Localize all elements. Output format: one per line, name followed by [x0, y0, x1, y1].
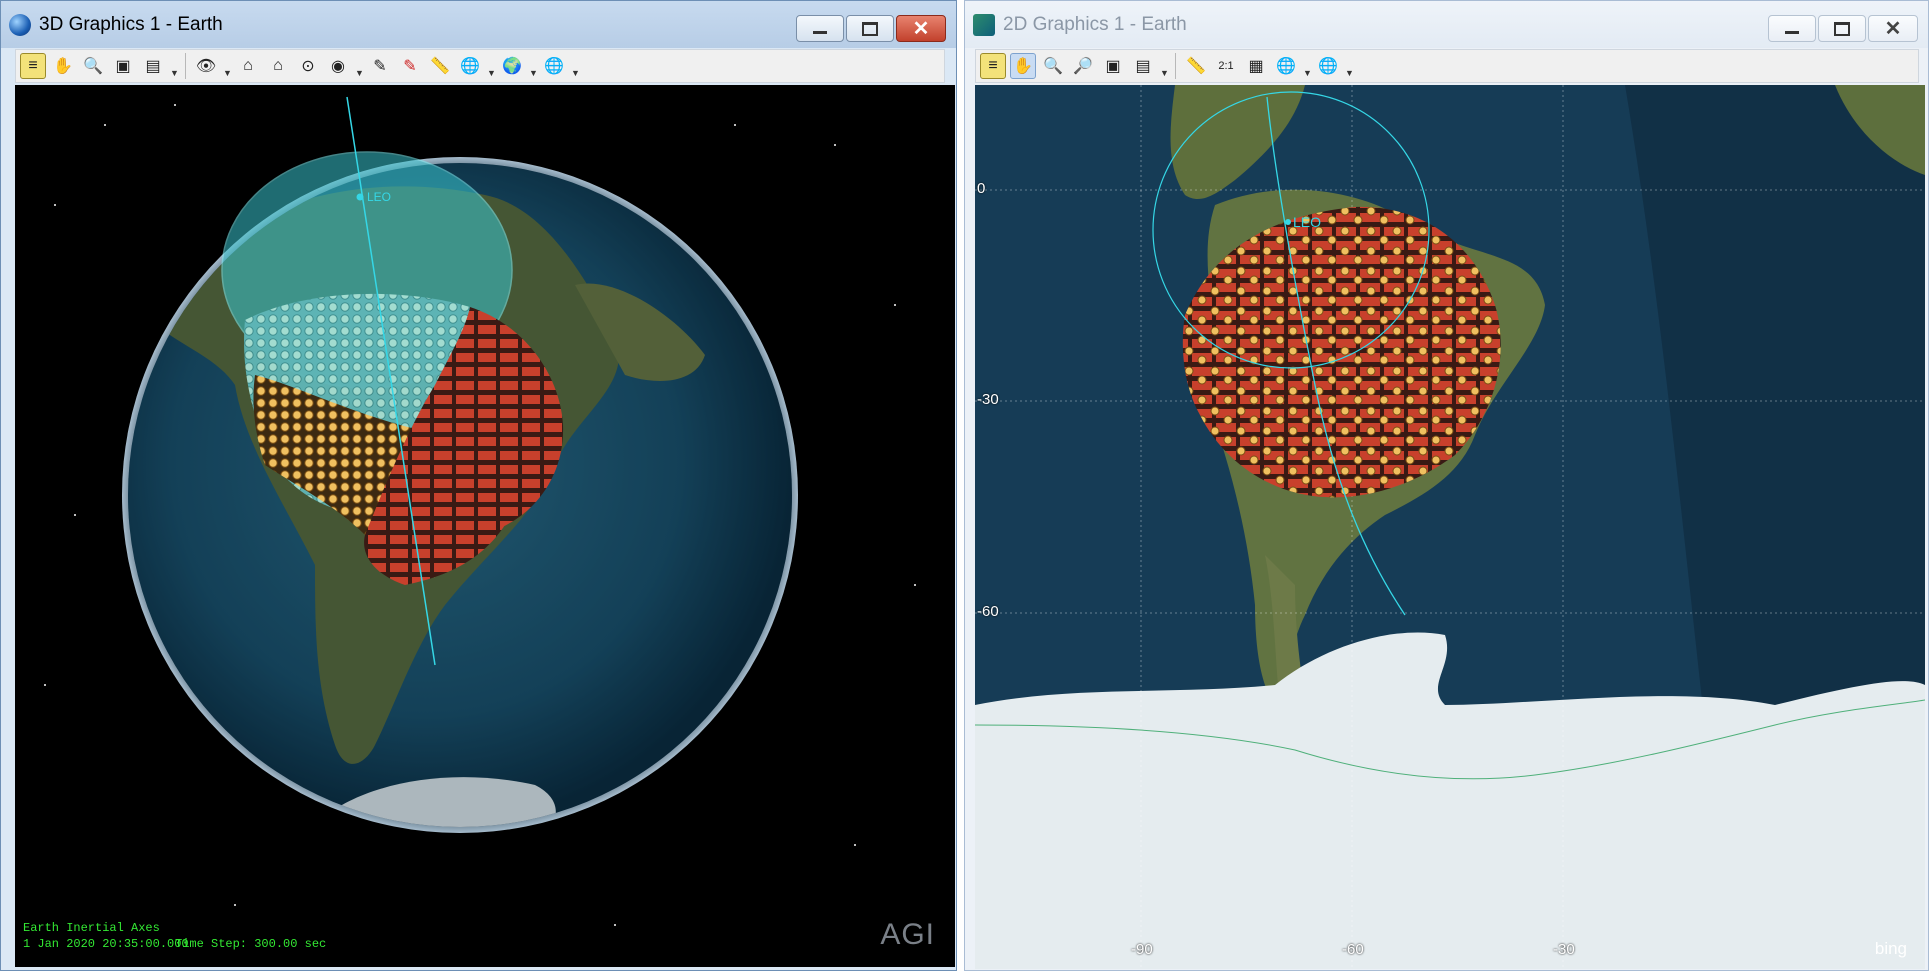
lon-label-minus60: -60: [1342, 941, 1364, 958]
dropdown-arrow-icon[interactable]: ▼: [223, 52, 232, 80]
agi-logo: AGI: [880, 918, 935, 951]
minimize-icon: [1785, 31, 1799, 34]
globe-manager-icon[interactable]: 🌍: [499, 53, 525, 79]
lon-label-minus30: -30: [1553, 941, 1575, 958]
globe-settings-icon[interactable]: 🌐: [457, 53, 483, 79]
maximize-icon: [1834, 21, 1850, 36]
minimize-button[interactable]: [1768, 15, 1816, 42]
hud-time: 1 Jan 2020 20:35:00.000: [23, 937, 189, 951]
view-object-icon[interactable]: ◉: [325, 53, 351, 79]
minimize-button[interactable]: [796, 15, 844, 42]
lat-label-minus60: -60: [977, 603, 999, 620]
ruler-icon[interactable]: 📏: [427, 53, 453, 79]
measure-icon[interactable]: ✎: [397, 53, 423, 79]
orient-top-icon[interactable]: ⊙: [295, 53, 321, 79]
dropdown-arrow-icon[interactable]: ▼: [355, 52, 364, 80]
lat-label-minus30: -30: [977, 391, 999, 408]
pencil-icon[interactable]: ✎: [367, 53, 393, 79]
globe-icon: [9, 13, 31, 36]
2d-map: [975, 85, 1925, 969]
leo-satellite-marker[interactable]: [356, 193, 364, 201]
title-bar-2d[interactable]: 2D Graphics 1 - Earth ✕: [965, 1, 1928, 48]
separator: [185, 53, 186, 79]
3d-scene: [44, 96, 916, 926]
snapshot-icon[interactable]: ▣: [1100, 53, 1126, 79]
window-2d-graphics: 2D Graphics 1 - Earth ✕ ≡ ✋ 🔍 🔎 ▣ ▤ ▼ 📏 …: [964, 0, 1929, 971]
dropdown-arrow-icon[interactable]: ▼: [487, 52, 496, 80]
bing-logo: bing: [1874, 939, 1907, 958]
window-title-3d: 3D Graphics 1 - Earth: [39, 13, 223, 35]
leo-label-2d: LEO: [1293, 214, 1322, 230]
separator: [1175, 53, 1176, 79]
dropdown-arrow-icon[interactable]: ▼: [170, 52, 179, 80]
lat-label-0: 0: [977, 180, 986, 197]
title-bar-3d[interactable]: 3D Graphics 1 - Earth ✕: [1, 1, 956, 48]
3d-viewport[interactable]: LEO Earth Inertial Axes 1 Jan 2020 20:35…: [15, 85, 955, 967]
hud-time-step: Time Step: 300.00 sec: [175, 937, 327, 951]
close-icon: ✕: [1884, 17, 1902, 40]
globe-settings-icon[interactable]: 🌐: [1273, 53, 1299, 79]
dropdown-arrow-icon[interactable]: ▼: [529, 52, 538, 80]
properties-icon[interactable]: ≡: [20, 53, 46, 79]
close-button[interactable]: ✕: [896, 15, 946, 42]
record-movie-icon[interactable]: ▤: [1130, 53, 1156, 79]
map-icon: [973, 13, 995, 36]
maximize-button[interactable]: [846, 15, 894, 42]
ruler-icon[interactable]: 📏: [1183, 53, 1209, 79]
lon-label-minus90: -90: [1131, 941, 1153, 958]
dropdown-arrow-icon[interactable]: ▼: [1303, 52, 1312, 80]
orient-north-icon[interactable]: ⌂: [265, 53, 291, 79]
terrain-icon[interactable]: 🌐: [541, 53, 567, 79]
close-button[interactable]: ✕: [1868, 15, 1918, 42]
properties-icon[interactable]: ≡: [980, 53, 1006, 79]
maximize-button[interactable]: [1818, 15, 1866, 42]
record-movie-icon[interactable]: ▤: [140, 53, 166, 79]
dropdown-arrow-icon[interactable]: ▼: [571, 52, 580, 80]
home-view-icon[interactable]: ⌂: [235, 53, 261, 79]
hud-axes: Earth Inertial Axes: [23, 921, 160, 935]
dropdown-arrow-icon[interactable]: ▼: [1345, 52, 1354, 80]
zoom-in-icon[interactable]: 🔍: [1040, 53, 1066, 79]
snapshot-icon[interactable]: ▣: [110, 53, 136, 79]
view-from-icon[interactable]: 👁: [193, 53, 219, 79]
pan-hand-icon[interactable]: ✋: [1010, 53, 1036, 79]
window-title-2d: 2D Graphics 1 - Earth: [1003, 13, 1187, 35]
maximize-icon: [862, 21, 878, 36]
toolbar-2d: ≡ ✋ 🔍 🔎 ▣ ▤ ▼ 📏 2:1 ▦ 🌐 ▼ 🌐 ▼: [975, 49, 1919, 83]
minimize-icon: [813, 31, 827, 34]
toolbar-3d: ≡ ✋ 🔍 ▣ ▤ ▼ 👁 ▼ ⌂ ⌂ ⊙ ◉ ▼ ✎ ✎ 📏 🌐 ▼ 🌍 ▼ …: [15, 49, 945, 83]
2d-map-viewport[interactable]: LEO 0 -30 -60 -90 -60 -30 bing: [975, 85, 1925, 969]
scale-icon[interactable]: 2:1: [1213, 53, 1239, 79]
zoom-in-icon[interactable]: 🔍: [80, 53, 106, 79]
window-3d-graphics: 3D Graphics 1 - Earth ✕ ≡ ✋ 🔍 ▣ ▤ ▼ 👁 ▼ …: [0, 0, 957, 971]
close-icon: ✕: [912, 17, 930, 40]
globe-manager-icon[interactable]: 🌐: [1315, 53, 1341, 79]
leo-satellite-marker-2d[interactable]: [1285, 219, 1291, 225]
film-icon[interactable]: ▦: [1243, 53, 1269, 79]
dropdown-arrow-icon[interactable]: ▼: [1160, 52, 1169, 80]
pan-hand-icon[interactable]: ✋: [50, 53, 76, 79]
leo-label-3d: LEO: [367, 190, 392, 204]
zoom-out-icon[interactable]: 🔎: [1070, 53, 1096, 79]
